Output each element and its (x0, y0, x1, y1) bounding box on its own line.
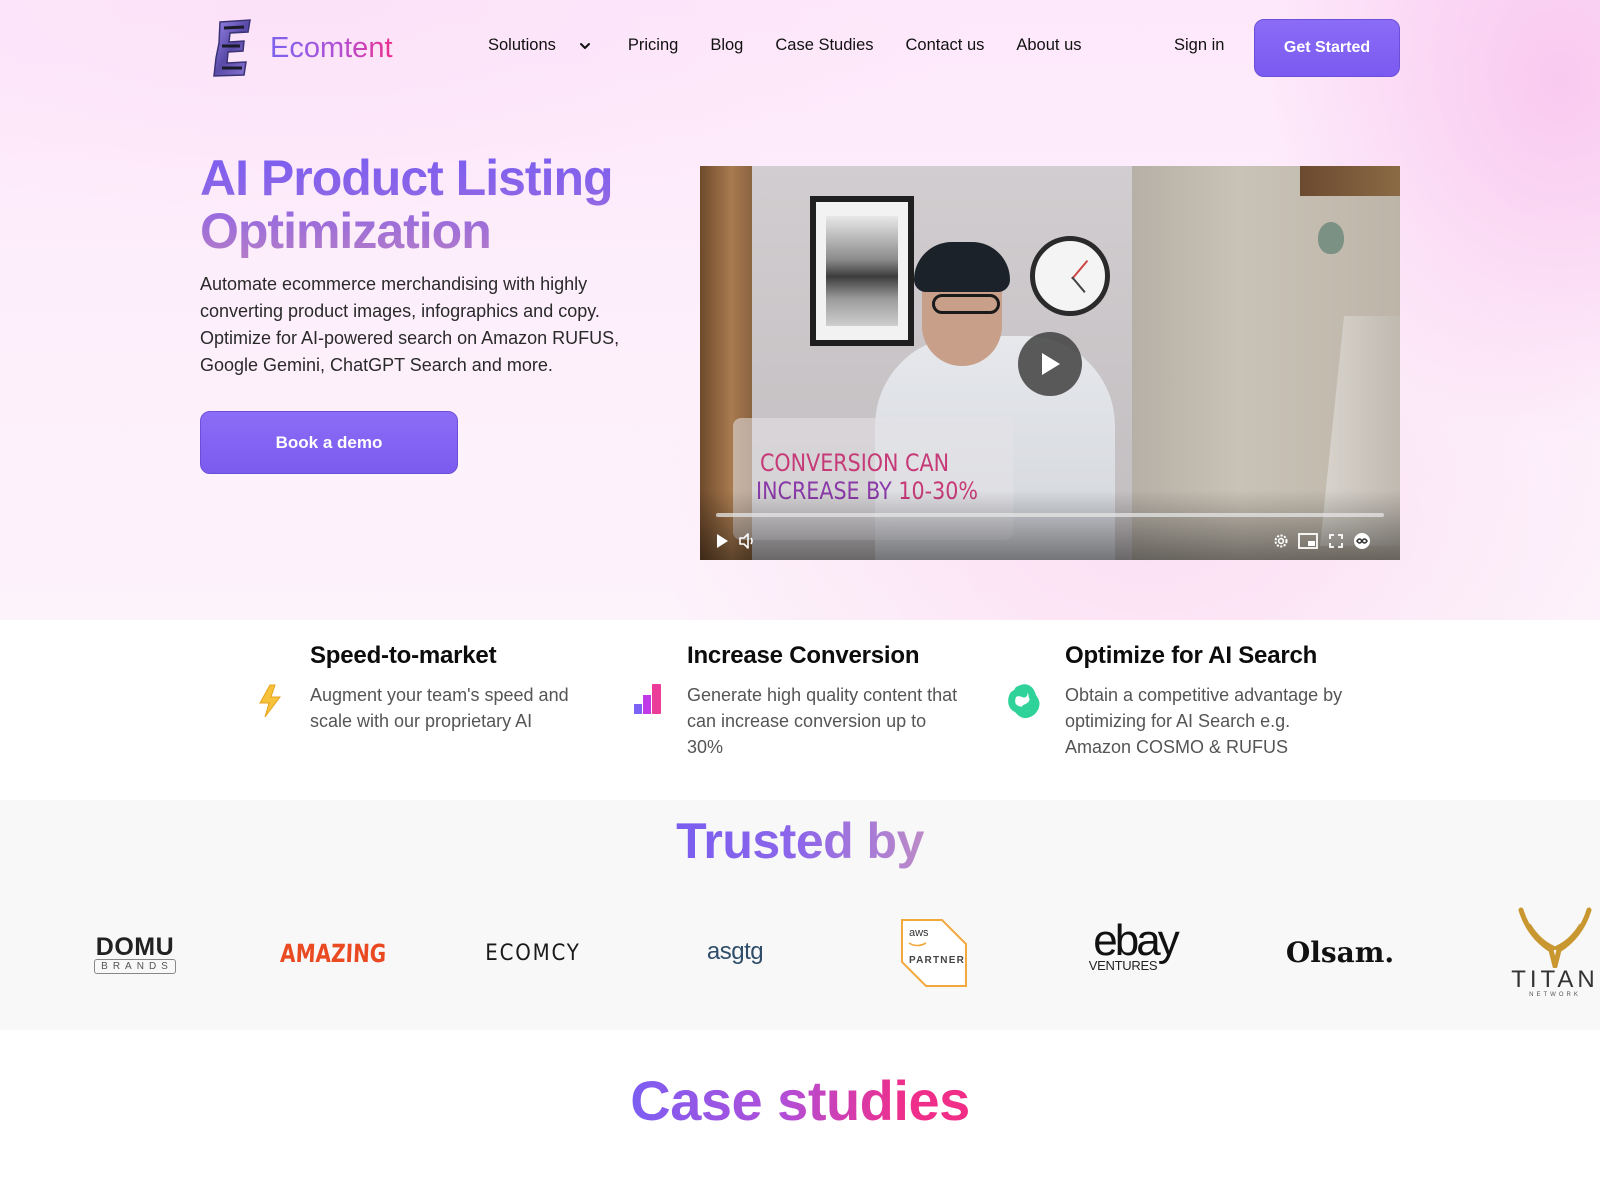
feature-desc-conversion: Generate high quality content that can i… (687, 685, 958, 757)
knot-icon (1006, 682, 1044, 725)
wall-clock (1030, 236, 1110, 316)
logo-amazing[interactable]: AMAZING (278, 935, 388, 971)
chevron-down-icon (578, 39, 592, 53)
nav-item-about-us[interactable]: About us (1016, 36, 1081, 55)
logo-titan-network[interactable]: TITAN NETWORK (1500, 900, 1600, 1004)
picture-frame (810, 196, 914, 346)
nav-item-solutions[interactable]: Solutions (488, 36, 592, 55)
logo-olsam[interactable]: Olsam. (1286, 934, 1394, 970)
book-demo-button[interactable]: Book a demo (200, 411, 458, 474)
play-icon (1042, 353, 1060, 375)
hero-title: AI Product Listing Optimization (200, 152, 660, 258)
hero-description: Automate ecommerce merchandising with hi… (200, 274, 620, 375)
titan-wings-icon (1518, 907, 1592, 968)
volume-button[interactable] (738, 531, 758, 551)
fullscreen-button[interactable] (1326, 531, 1346, 551)
nav-item-label: Solutions (488, 36, 556, 54)
feature-desc-speed: Augment your team's speed and scale with… (310, 685, 569, 731)
brand-logo[interactable]: Ecomtent (210, 18, 393, 78)
settings-button[interactable] (1271, 531, 1291, 551)
hero-title-line1: AI Product Listing (200, 150, 613, 206)
play-icon (717, 534, 728, 548)
top-navigation: Ecomtent Solutions Pricing Blog Case Stu… (0, 0, 1600, 96)
lightning-bolt-icon (258, 684, 282, 723)
nav-item-pricing[interactable]: Pricing (628, 36, 678, 55)
feature-title-ai-search: Optimize for AI Search (1065, 642, 1318, 669)
logo-domu-brands[interactable]: DOMU BRANDS (90, 930, 180, 978)
nav-links: Solutions Pricing Blog Case Studies Cont… (488, 36, 1114, 55)
sign-in-link[interactable]: Sign in (1174, 36, 1224, 55)
feature-title-speed: Speed-to-market (310, 642, 497, 669)
nav-item-case-studies[interactable]: Case Studies (775, 36, 873, 55)
apple-logo-icon (1318, 222, 1344, 254)
fullscreen-icon (1329, 534, 1343, 548)
video-player[interactable]: CONVERSION CAN INCREASE BY 10-30% (700, 166, 1400, 560)
play-button[interactable] (1018, 332, 1082, 396)
logo-ebay-ventures[interactable]: ebay VENTURES (1085, 919, 1185, 976)
control-play-button[interactable] (712, 531, 732, 551)
bar-chart-icon (633, 682, 663, 721)
miniplayer-icon (1298, 533, 1318, 549)
logo-ecomcy[interactable]: ECOMCY (480, 938, 586, 968)
loop-icon (1354, 533, 1370, 549)
brand-name: Ecomtent (270, 31, 393, 64)
volume-icon (739, 533, 753, 549)
logo-aws-partner[interactable]: aws PARTNER (900, 918, 968, 988)
ecomtent-logo-icon (210, 18, 254, 78)
logo-asgtg[interactable]: asgtg (690, 933, 780, 971)
hero-title-line2: Optimization (200, 203, 491, 259)
loop-button[interactable] (1352, 531, 1372, 551)
feature-desc-ai-search: Obtain a competitive advantage by optimi… (1065, 685, 1343, 757)
nav-item-blog[interactable]: Blog (710, 36, 743, 55)
video-caption-line1: CONVERSION CAN (760, 449, 950, 477)
video-progress-bar[interactable] (716, 513, 1384, 517)
feature-title-conversion: Increase Conversion (687, 642, 920, 669)
settings-icon (1274, 534, 1288, 548)
get-started-button[interactable]: Get Started (1254, 19, 1400, 77)
trusted-by-title: Trusted by (676, 813, 924, 869)
case-studies-title: Case studies (630, 1069, 970, 1132)
miniplayer-button[interactable] (1298, 531, 1318, 551)
nav-item-contact-us[interactable]: Contact us (906, 36, 985, 55)
